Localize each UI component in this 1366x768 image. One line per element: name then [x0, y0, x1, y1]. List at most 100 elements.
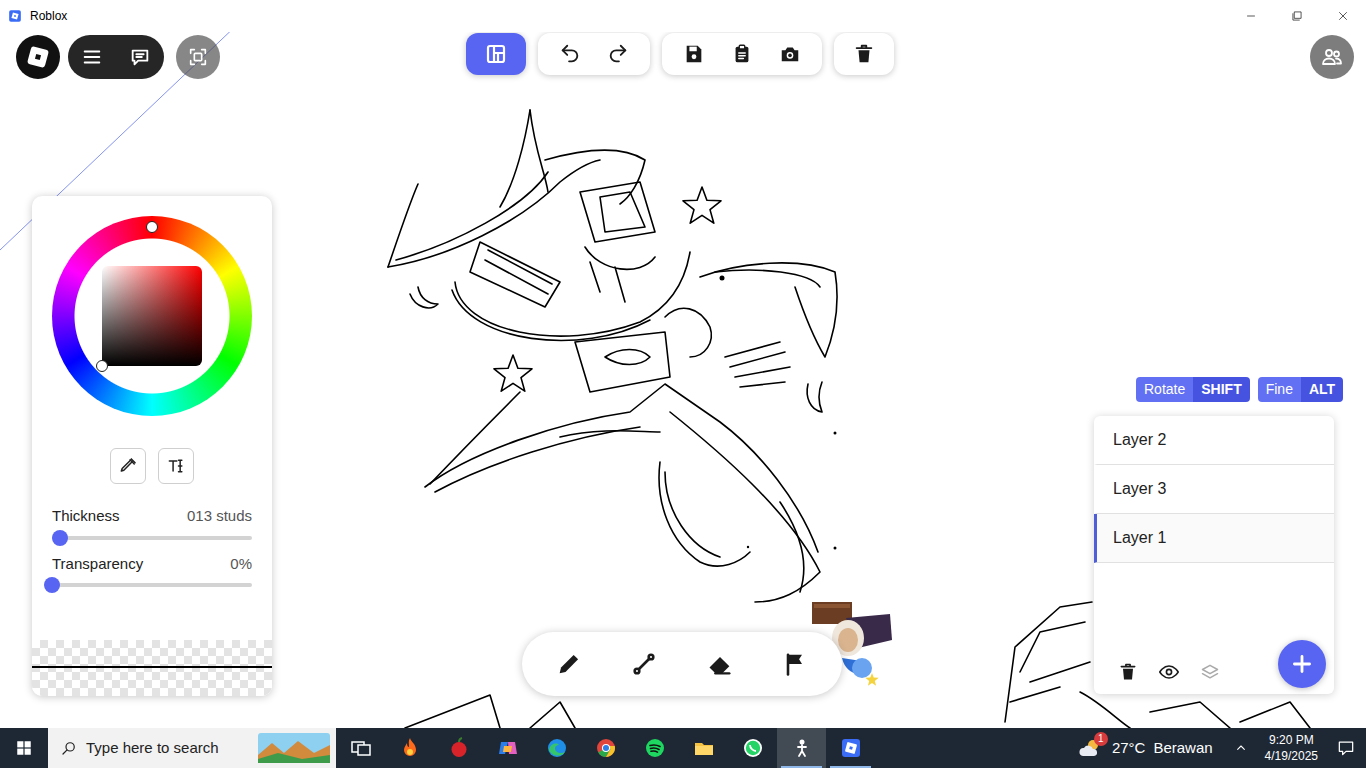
taskbar-app[interactable] — [777, 728, 826, 768]
taskbar-app[interactable] — [483, 728, 532, 768]
taskbar-app[interactable] — [434, 728, 483, 768]
eyedropper-button[interactable] — [110, 448, 146, 484]
search-placeholder: Type here to search — [86, 737, 219, 760]
running-indicator — [536, 766, 577, 768]
taskbar-search[interactable]: Type here to search — [48, 728, 336, 768]
app-icon-holder — [398, 736, 422, 760]
clear-group — [834, 33, 894, 75]
hue-wheel[interactable] — [52, 216, 252, 416]
chevron-up-icon — [1233, 740, 1249, 756]
taskbar-app[interactable] — [581, 728, 630, 768]
tool-bar — [522, 632, 842, 696]
restore-button[interactable] — [1274, 0, 1320, 32]
minimize-icon — [1244, 9, 1258, 23]
chat-button[interactable] — [116, 35, 164, 79]
taskbar-app[interactable] — [336, 728, 385, 768]
app-icon-holder — [594, 736, 618, 760]
line-tool-button[interactable] — [607, 632, 683, 696]
menu-button[interactable] — [68, 35, 116, 79]
clipboard-icon — [731, 43, 753, 65]
running-indicator — [683, 766, 724, 768]
taskbar-app[interactable] — [385, 728, 434, 768]
draw-mode-button[interactable] — [466, 33, 526, 75]
trash-icon — [853, 43, 875, 65]
roblox-icon — [8, 9, 22, 23]
layer-item[interactable]: Layer 1 — [1094, 514, 1334, 563]
notification-button[interactable] — [1326, 728, 1366, 768]
weather-temperature: 27°C — [1112, 737, 1146, 760]
landscape-icon — [258, 733, 330, 763]
taskbar-app[interactable] — [532, 728, 581, 768]
taskbar-clock[interactable]: 9:20 PM4/19/2025 — [1257, 732, 1326, 764]
capture-button[interactable] — [176, 35, 220, 79]
transparency-slider[interactable] — [52, 583, 252, 587]
redo-icon — [607, 43, 629, 65]
running-indicator — [585, 766, 626, 768]
roblox-window: RobloxThickness013 studsTransparency0%Ro… — [0, 0, 1366, 768]
shortcut-hint: FineALT — [1258, 377, 1343, 402]
eyedropper-icon — [118, 456, 138, 476]
chat-icon — [129, 46, 151, 68]
thickness-label: Thickness — [52, 506, 120, 526]
shortcut-key: ALT — [1301, 377, 1343, 402]
roblox-studio-icon — [839, 736, 863, 760]
clear-canvas-button[interactable] — [840, 33, 888, 75]
players-button[interactable] — [1310, 35, 1354, 79]
apple-icon — [447, 736, 471, 760]
eraser-tool-button[interactable] — [682, 632, 758, 696]
taskbar-app[interactable] — [826, 728, 875, 768]
text-tool-button[interactable] — [158, 448, 194, 484]
undo-button[interactable] — [546, 33, 594, 75]
taskbar-app[interactable] — [728, 728, 777, 768]
title-bar: Roblox — [0, 0, 1366, 32]
layer-label: Layer 3 — [1113, 477, 1166, 501]
thickness-slider[interactable] — [52, 536, 252, 540]
spotify-icon — [643, 736, 667, 760]
windows-icon — [15, 739, 33, 757]
close-button[interactable] — [1320, 0, 1366, 32]
weather-condition: Berawan — [1153, 737, 1212, 760]
pencil-icon — [555, 650, 583, 678]
canvas-mode-icon — [484, 42, 508, 66]
file-group — [662, 33, 822, 75]
files-icon — [692, 736, 716, 760]
weather-widget[interactable]: 1 27°C Berawan — [1070, 728, 1221, 768]
layer-item[interactable]: Layer 2 — [1094, 416, 1334, 465]
layer-label: Layer 1 — [1113, 526, 1166, 550]
app-logo — [8, 9, 22, 23]
taskbar-app[interactable] — [679, 728, 728, 768]
delete-layer-button[interactable] — [1118, 662, 1138, 682]
running-indicator — [732, 766, 773, 768]
hue-marker[interactable] — [146, 221, 158, 233]
add-layer-button[interactable] — [1278, 640, 1326, 688]
color-marker[interactable] — [96, 360, 108, 372]
start-button[interactable] — [0, 728, 48, 768]
color-panel: Thickness013 studsTransparency0% — [32, 196, 272, 696]
merge-layer-button[interactable] — [1200, 662, 1220, 682]
app-icon-holder — [790, 736, 814, 760]
saturation-brightness-square[interactable] — [102, 266, 202, 366]
transparency-knob[interactable] — [44, 577, 60, 593]
screenshot-button[interactable] — [766, 33, 814, 75]
edge-icon — [545, 736, 569, 760]
eye-icon — [1158, 661, 1180, 683]
clock-time: 9:20 PM — [1265, 732, 1318, 748]
layer-item[interactable]: Layer 3 — [1094, 465, 1334, 514]
save-button[interactable] — [670, 33, 718, 75]
close-icon — [1336, 9, 1350, 23]
tray-overflow-button[interactable] — [1229, 728, 1253, 768]
history-group — [538, 33, 650, 75]
running-indicator — [487, 766, 528, 768]
redo-button[interactable] — [594, 33, 642, 75]
pencil-tool-button[interactable] — [531, 632, 607, 696]
roblox-menu-button[interactable] — [16, 35, 60, 79]
app-icon-holder — [545, 736, 569, 760]
flag-tool-button[interactable] — [758, 632, 834, 696]
minimize-button[interactable] — [1228, 0, 1274, 32]
thickness-knob[interactable] — [52, 530, 68, 546]
running-indicator — [781, 766, 822, 768]
clipboard-button[interactable] — [718, 33, 766, 75]
taskbar-app[interactable] — [630, 728, 679, 768]
toggle-visibility-button[interactable] — [1158, 661, 1180, 683]
weather-badge: 1 — [1094, 732, 1108, 746]
